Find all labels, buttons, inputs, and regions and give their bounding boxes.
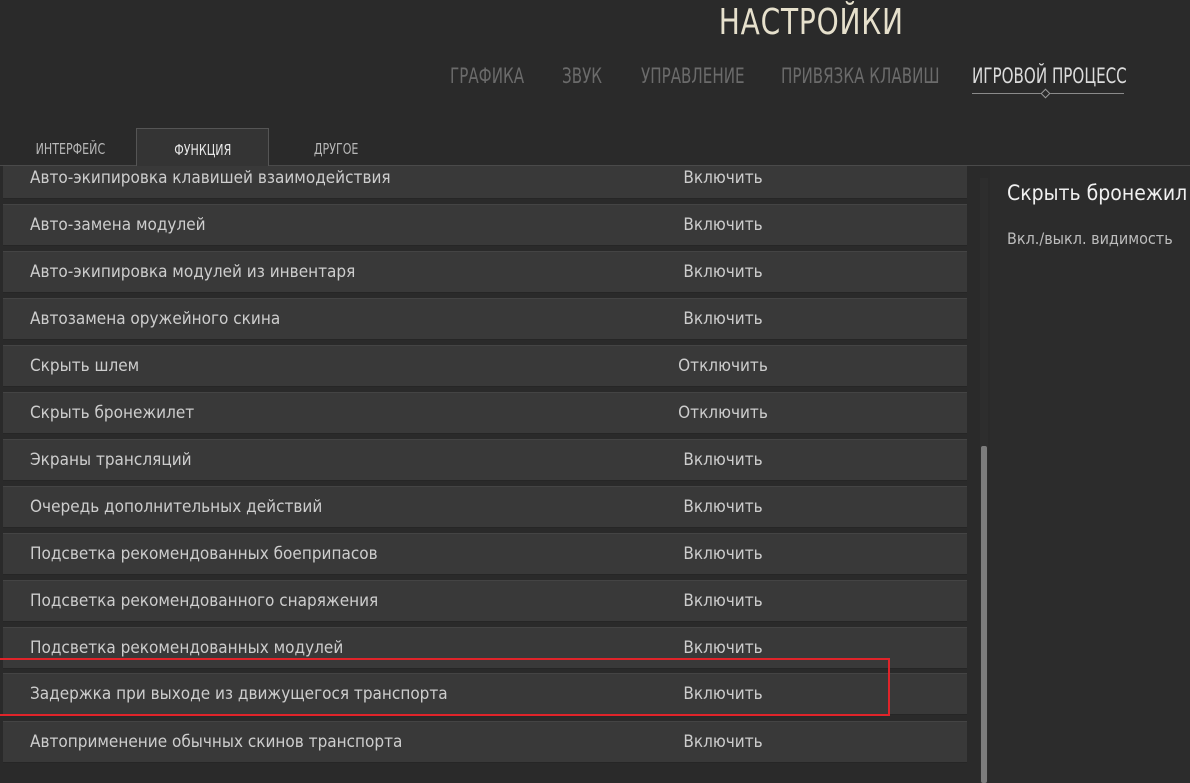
- scrollbar-thumb[interactable]: [981, 446, 987, 783]
- setting-label: Очередь дополнительных действий: [30, 497, 323, 517]
- setting-label: Подсветка рекомендованных модулей: [30, 638, 344, 658]
- settings-row[interactable]: Авто-замена модулей Включить: [3, 204, 967, 246]
- settings-row[interactable]: Скрыть бронежилет Отключить: [3, 392, 967, 434]
- setting-label: Скрыть бронежилет: [30, 403, 195, 423]
- setting-value[interactable]: Отключить: [623, 356, 823, 376]
- page-title: НАСТРОЙКИ: [718, 2, 904, 43]
- settings-row[interactable]: Автозамена оружейного скина Включить: [3, 298, 967, 340]
- setting-label: Авто-экипировка модулей из инвентаря: [30, 262, 356, 282]
- subtab-function-label: ФУНКЦИЯ: [173, 141, 232, 159]
- setting-value[interactable]: Включить: [623, 544, 823, 564]
- setting-label: Авто-замена модулей: [30, 215, 206, 235]
- settings-list: Авто-экипировка клавишей взаимодействия …: [0, 166, 968, 783]
- setting-value[interactable]: Включить: [623, 262, 823, 282]
- main-tab-active-diamond-icon: [1040, 88, 1051, 99]
- setting-label: Экраны трансляций: [30, 450, 192, 470]
- description-title: Скрыть бронежил: [1007, 181, 1188, 205]
- setting-value[interactable]: Включить: [623, 684, 823, 704]
- subtab-function[interactable]: ФУНКЦИЯ: [136, 128, 269, 167]
- settings-row[interactable]: Подсветка рекомендованных модулей Включи…: [3, 627, 967, 669]
- main-tab-keybindings[interactable]: ПРИВЯЗКА КЛАВИШ: [781, 64, 940, 88]
- setting-value[interactable]: Включить: [623, 450, 823, 470]
- setting-label: Скрыть шлем: [30, 356, 140, 376]
- main-tab-gameplay[interactable]: ИГРОВОЙ ПРОЦЕСС: [972, 64, 1127, 88]
- setting-value[interactable]: Включить: [623, 309, 823, 329]
- settings-row[interactable]: Подсветка рекомендованного снаряжения Вк…: [3, 580, 967, 622]
- main-tab-sound[interactable]: ЗВУК: [562, 64, 602, 88]
- subtab-other-label: ДРУГОЕ: [313, 140, 359, 158]
- setting-value[interactable]: Включить: [623, 732, 823, 752]
- settings-row[interactable]: Задержка при выходе из движущегося транс…: [3, 673, 967, 715]
- setting-label: Автоприменение обычных скинов транспорта: [30, 732, 403, 752]
- setting-value[interactable]: Включить: [623, 215, 823, 235]
- settings-row[interactable]: Подсветка рекомендованных боеприпасов Вк…: [3, 533, 967, 575]
- subtab-other[interactable]: ДРУГОЕ: [268, 128, 404, 166]
- description-text: Вкл./выкл. видимость: [1007, 229, 1173, 248]
- setting-value[interactable]: Включить: [623, 168, 823, 188]
- setting-label: Авто-экипировка клавишей взаимодействия: [30, 168, 391, 188]
- setting-label: Подсветка рекомендованных боеприпасов: [30, 544, 378, 564]
- main-tab-controls[interactable]: УПРАВЛЕНИЕ: [641, 64, 745, 88]
- settings-row[interactable]: Скрыть шлем Отключить: [3, 345, 967, 387]
- settings-row[interactable]: Авто-экипировка модулей из инвентаря Вкл…: [3, 251, 967, 293]
- settings-row[interactable]: Очередь дополнительных действий Включить: [3, 486, 967, 528]
- setting-label: Подсветка рекомендованного снаряжения: [30, 591, 379, 611]
- description-panel: [990, 166, 1190, 783]
- setting-value[interactable]: Включить: [623, 591, 823, 611]
- setting-label: Задержка при выходе из движущегося транс…: [30, 684, 448, 704]
- settings-row[interactable]: Автоприменение обычных скинов транспорта…: [3, 721, 967, 763]
- setting-value[interactable]: Включить: [623, 638, 823, 658]
- setting-value[interactable]: Включить: [623, 497, 823, 517]
- setting-value[interactable]: Отключить: [623, 403, 823, 423]
- subtab-interface[interactable]: ИНТЕРФЕЙС: [6, 128, 134, 166]
- settings-row[interactable]: Экраны трансляций Включить: [3, 439, 967, 481]
- subtab-interface-label: ИНТЕРФЕЙС: [35, 140, 105, 158]
- main-tab-graphics[interactable]: ГРАФИКА: [450, 64, 524, 88]
- setting-label: Автозамена оружейного скина: [30, 309, 281, 329]
- settings-row[interactable]: Авто-экипировка клавишей взаимодействия …: [3, 166, 967, 199]
